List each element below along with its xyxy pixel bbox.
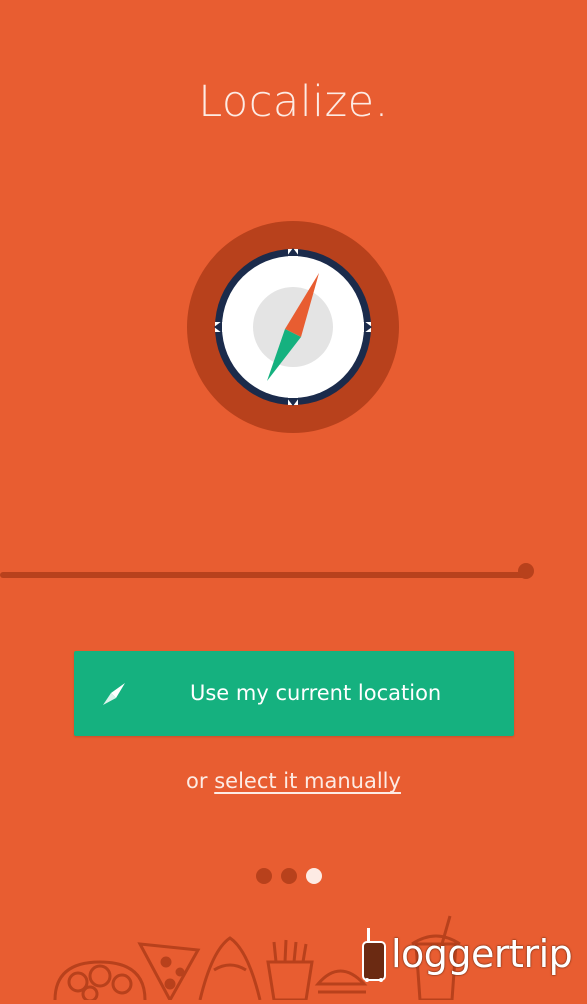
manual-prefix: or [186, 769, 208, 793]
suitcase-icon [362, 928, 386, 982]
page-dot[interactable] [281, 868, 297, 884]
compass-icon [187, 221, 399, 433]
watermark: loggertrip [359, 926, 587, 982]
onboarding-screen: Localize. Use my current location or sel… [0, 0, 587, 1004]
watermark-text: loggertrip [391, 932, 573, 976]
page-dot[interactable] [256, 868, 272, 884]
page-title: Localize. [198, 77, 389, 127]
use-current-location-label: Use my current location [190, 681, 442, 705]
page-indicator [256, 868, 336, 886]
select-manually-link[interactable]: select it manually [214, 769, 401, 793]
compass-illustration [187, 221, 399, 433]
compass-needle-icon [101, 681, 127, 707]
noodle-bowl-icon [53, 960, 147, 1003]
fries-icon [266, 939, 314, 1002]
progress-track [0, 572, 526, 578]
page-dot-active[interactable] [306, 868, 322, 884]
croissant-icon [198, 936, 262, 1001]
use-current-location-button[interactable]: Use my current location [74, 651, 514, 736]
progress-knob [518, 563, 534, 579]
pizza-slice-icon [137, 942, 201, 1004]
manual-selection-row: or select it manually [0, 766, 587, 796]
